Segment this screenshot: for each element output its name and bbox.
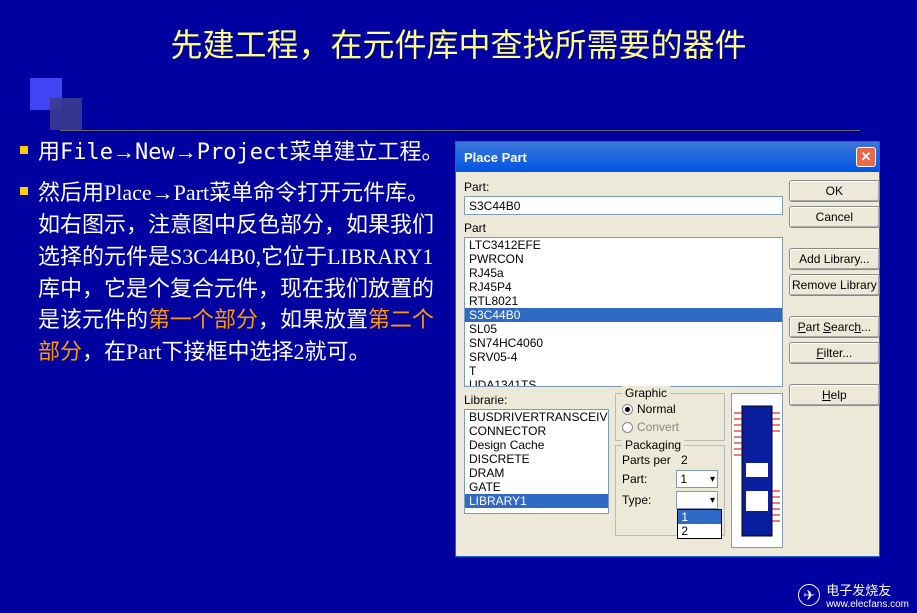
packaging-group-title: Packaging [622, 438, 684, 452]
list-item[interactable]: BUSDRIVERTRANSCEIVER [465, 410, 608, 424]
radio-normal[interactable]: Normal [622, 402, 718, 416]
part-combo-label: Part: [622, 472, 672, 486]
part-listbox[interactable]: LTC3412EFE PWRCON RJ45a RJ45P4 RTL8021 S… [464, 237, 783, 387]
list-item[interactable]: CONNECTOR [465, 424, 608, 438]
bullet-marker [20, 146, 28, 154]
packaging-group: Packaging Parts per 2 Part: 1 Type: [615, 445, 725, 536]
bullet-marker [20, 187, 28, 195]
list-item[interactable]: SRV05-4 [465, 350, 782, 364]
close-button[interactable]: ✕ [856, 147, 876, 167]
dialog-titlebar[interactable]: Place Part ✕ [456, 142, 879, 172]
add-library-button[interactable]: Add Library... [789, 248, 880, 270]
radio-convert: Convert [622, 420, 718, 434]
libraries-listbox[interactable]: BUSDRIVERTRANSCEIVER CONNECTOR Design Ca… [464, 409, 609, 514]
help-button[interactable]: Help [789, 384, 880, 406]
part-input[interactable] [464, 196, 783, 215]
remove-library-button[interactable]: Remove Library [789, 274, 880, 296]
list-item[interactable]: RJ45P4 [465, 280, 782, 294]
dialog-title: Place Part [464, 150, 527, 165]
parts-per-label: Parts per [622, 453, 677, 467]
part-search-button[interactable]: Part Search... [789, 316, 880, 338]
list-item[interactable]: DISCRETE [465, 452, 608, 466]
list-item[interactable]: PWRCON [465, 252, 782, 266]
radio-icon [622, 422, 633, 433]
slide-text: 用File→New→Project菜单建立工程。 然后用Place→Part菜单… [20, 136, 450, 557]
list-item[interactable]: RJ45a [465, 266, 782, 280]
list-item[interactable]: T [465, 364, 782, 378]
ok-button[interactable]: OK [789, 180, 880, 202]
chip-preview-icon [732, 401, 782, 541]
watermark-url: www.elecfans.com [826, 599, 909, 610]
type-combo[interactable]: 1 2 [676, 491, 718, 509]
list-item[interactable]: SN74HC4060 [465, 336, 782, 350]
graphic-group-title: Graphic [622, 386, 670, 400]
watermark-logo-icon: ✈ [798, 584, 820, 606]
watermark: ✈ 电子发烧友 www.elecfans.com [798, 580, 909, 610]
type-dropdown-list[interactable]: 1 2 [677, 509, 722, 539]
slide-title: 先建工程，在元件库中查找所需要的器件 [0, 0, 917, 76]
place-part-dialog: Place Part ✕ Part: Part LTC3412EFE PWRCO… [455, 141, 880, 557]
part-list-label: Part [464, 221, 783, 235]
close-icon: ✕ [861, 149, 872, 165]
bullet-item: 用File→New→Project菜单建立工程。 [20, 136, 450, 169]
list-item[interactable]: DRAM [465, 466, 608, 480]
title-underline [60, 130, 860, 131]
radio-icon [622, 404, 633, 415]
watermark-brand: 电子发烧友 [826, 580, 909, 599]
type-combo-label: Type: [622, 493, 672, 507]
component-preview [731, 393, 783, 548]
type-option[interactable]: 2 [678, 524, 721, 538]
parts-per-value: 2 [681, 453, 688, 467]
list-item[interactable]: S3C44B0 [465, 308, 782, 322]
type-option[interactable]: 1 [678, 510, 721, 524]
graphic-group: Graphic Normal Convert [615, 393, 725, 441]
part-combo[interactable]: 1 [676, 470, 718, 488]
list-item[interactable]: Design Cache [465, 438, 608, 452]
list-item[interactable]: RTL8021 [465, 294, 782, 308]
list-item[interactable]: SL05 [465, 322, 782, 336]
libraries-label: Librarie: [464, 393, 609, 407]
list-item[interactable]: LIBRARY1 [465, 494, 608, 508]
list-item[interactable]: LTC3412EFE [465, 238, 782, 252]
list-item[interactable]: GATE [465, 480, 608, 494]
filter-button[interactable]: Filter... [789, 342, 880, 364]
part-input-label: Part: [464, 180, 783, 194]
bullet-item: 然后用Place→Part菜单命令打开元件库。如右图示，注意图中反色部分，如果我… [20, 177, 450, 368]
cancel-button[interactable]: Cancel [789, 206, 880, 228]
